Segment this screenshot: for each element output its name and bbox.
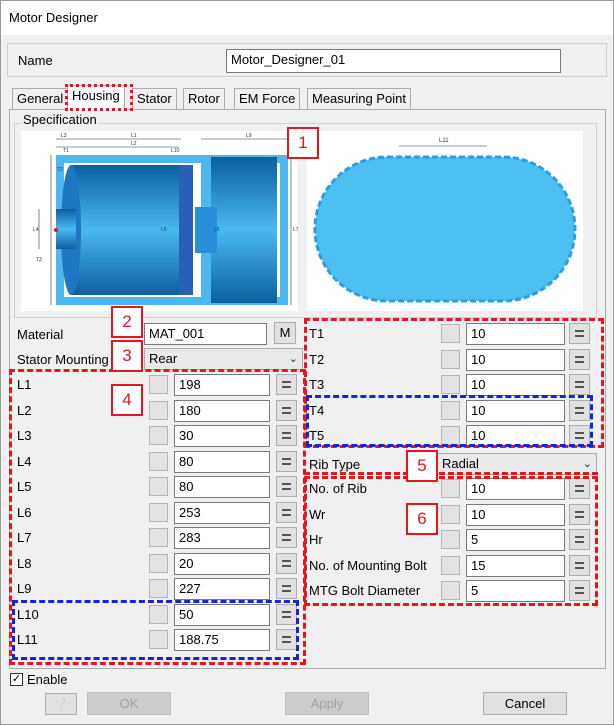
annotation-box-l10-l11 (12, 600, 299, 660)
stator-mounting-label: Stator Mounting (17, 352, 109, 367)
badge-2: 2 (111, 306, 143, 338)
housing-tab-highlight (65, 84, 133, 111)
tab-general[interactable]: General (12, 88, 69, 109)
housing-end-drawing: L11 (307, 131, 583, 311)
badge-6: 6 (406, 503, 438, 535)
apply-button[interactable]: Apply (285, 692, 369, 715)
dim-t2: T2 (57, 167, 63, 173)
dim-l1: L1 (131, 133, 137, 139)
tab-stator[interactable]: Stator (132, 88, 177, 109)
tab-rotor[interactable]: Rotor (183, 88, 225, 109)
chevron-down-icon: ⌄ (288, 353, 298, 365)
tab-measuring-point[interactable]: Measuring Point (307, 88, 411, 109)
specification-label: Specification (21, 112, 99, 127)
dim-l2: L2 (131, 141, 137, 147)
dim-l5: L5 (214, 227, 220, 233)
enable-checkbox[interactable]: ✓ (10, 673, 23, 686)
dim-l6: L6 (161, 227, 167, 233)
dim-t1: T1 (63, 148, 69, 154)
badge-5: 5 (406, 450, 438, 482)
dim-l7: L7 (293, 227, 298, 233)
dim-l4: L4 (33, 227, 39, 233)
material-input[interactable]: MAT_001 (144, 323, 267, 345)
badge-4: 4 (111, 384, 143, 416)
help-button[interactable]: ❔ (45, 693, 77, 715)
badge-3: 3 (111, 340, 143, 372)
annotation-box-t4-t5 (306, 395, 593, 447)
annotation-box-5 (304, 448, 598, 475)
dim-l10: L10 (171, 148, 180, 154)
window-title: Motor Designer (9, 10, 98, 25)
material-library-button[interactable]: M (274, 322, 296, 344)
tab-em-force[interactable]: EM Force (234, 88, 301, 109)
badge-1: 1 (287, 127, 319, 159)
dim-l11: L11 (439, 138, 449, 144)
dim-l3: L3 (61, 133, 67, 139)
ok-button[interactable]: OK (87, 692, 171, 715)
title-bar: Motor Designer (1, 1, 613, 35)
dim-l9: L9 (246, 133, 252, 139)
stator-mounting-value: Rear (149, 351, 178, 366)
name-label: Name (18, 53, 53, 68)
motor-designer-window: Motor Designer Name Motor_Designer_01 Ge… (0, 0, 614, 725)
name-input[interactable]: Motor_Designer_01 (226, 49, 561, 73)
dim-t3: T3 (36, 257, 42, 263)
help-icon: ❔ (53, 697, 69, 711)
enable-label: Enable (27, 672, 68, 687)
cancel-button[interactable]: Cancel (483, 692, 567, 715)
housing-section-drawing: L3 L1 L2 T1 T2 L10 L4 L6 L5 L9 L7 T3 (21, 131, 299, 311)
annotation-box-6 (304, 476, 598, 606)
material-label: Material (17, 327, 64, 342)
stator-mounting-select[interactable]: Rear ⌄ (144, 348, 303, 370)
